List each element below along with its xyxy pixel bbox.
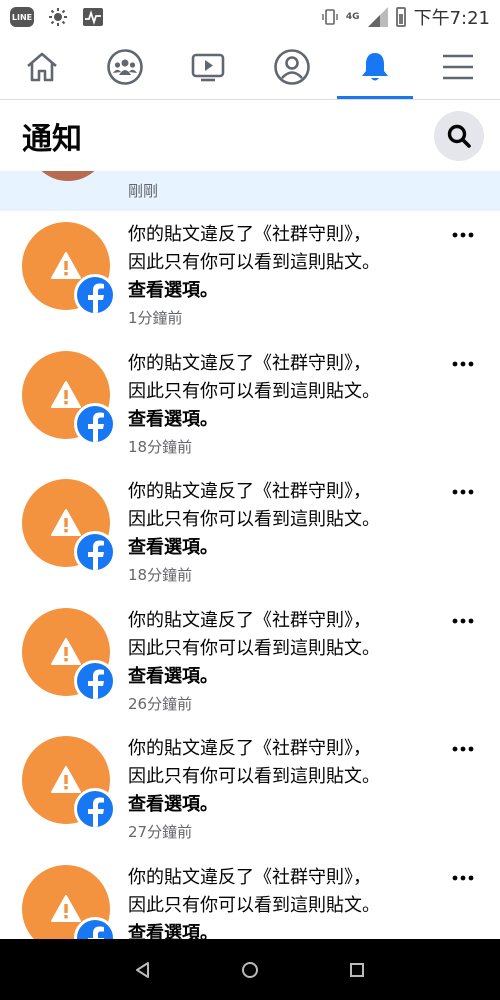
facebook-logo-icon [88,926,104,939]
list-item[interactable]: 你的貼文違反了《社群守則》， 因此只有你可以看到這則貼文。 查看選項。 27分鐘… [0,725,500,854]
more-options-button[interactable] [448,225,478,245]
status-bar: LINE 4G 下午7:21 [0,0,500,34]
more-icon [452,489,474,495]
view-options-link[interactable]: 查看選項。 [128,663,438,691]
notification-time: 18分鐘前 [128,566,193,584]
view-options-link[interactable]: 查看選項。 [128,534,438,562]
facebook-logo-icon [88,797,104,827]
menu-icon [443,54,474,79]
notification-text-line2: 因此只有你可以看到這則貼文。 [128,637,380,659]
notification-time: 剛剛 [128,182,159,200]
notification-text-line2: 因此只有你可以看到這則貼文。 [128,894,380,916]
warning-icon [51,894,81,922]
clock: 下午7:21 [413,8,490,29]
list-item[interactable]: 你的貼文違反了《社群守則》， 因此只有你可以看到這則貼文。 查看選項。 26分鐘… [0,597,500,726]
notification-time: 26分鐘前 [128,694,193,713]
notification-text-line1: 你的貼文違反了《社群守則》， [128,866,371,888]
more-options-button[interactable] [448,482,478,502]
list-item[interactable]: 你的貼文違反了《社群守則》， 因此只有你可以看到這則貼文。 查看選項。 1分鐘前 [0,211,500,340]
tab-groups[interactable] [83,34,166,99]
warning-icon [51,252,81,279]
notifications-list: 剛剛 你的貼文違反了《社群守則》， 因此只有你可以看到這則貼文。 查看選項。 1… [0,171,500,939]
notification-text-line1: 你的貼文違反了《社群守則》， [128,609,371,631]
tab-watch[interactable] [167,34,250,99]
list-item[interactable]: 你的貼文違反了《社群守則》， 因此只有你可以看到這則貼文。 查看選項。 [0,854,500,940]
list-item[interactable]: 你的貼文違反了《社群守則》， 因此只有你可以看到這則貼文。 查看選項。 18分鐘… [0,468,500,597]
notification-text-line2: 因此只有你可以看到這則貼文。 [128,380,380,402]
facebook-badge [74,788,116,830]
more-options-button[interactable] [448,868,478,888]
list-item[interactable]: 剛剛 [0,171,500,211]
facebook-logo-icon [88,283,104,313]
facebook-logo-icon [88,540,104,570]
facebook-badge [74,402,116,445]
view-options-link[interactable]: 查看選項。 [128,406,438,434]
tab-profile[interactable] [250,34,333,99]
facebook-badge [74,531,116,573]
activity-icon [83,8,103,26]
notification-time: 18分鐘前 [128,437,193,456]
brightness-icon [49,8,67,26]
watch-icon [192,53,225,81]
system-navigation-bar [0,939,500,1000]
tab-home[interactable] [0,34,83,99]
more-options-button[interactable] [448,739,478,759]
network-type: 4G [345,12,360,22]
facebook-logo-icon [88,412,104,442]
more-icon [452,875,474,880]
more-icon [452,618,474,623]
warning-icon [51,509,81,536]
facebook-badge [74,274,116,316]
notification-time: 1分鐘前 [128,309,183,327]
notification-text-line2: 因此只有你可以看到這則貼文。 [128,766,380,787]
search-button[interactable] [434,111,484,161]
notification-text-line1: 你的貼文違反了《社群守則》， [128,224,371,245]
home-button-icon[interactable] [240,960,260,980]
more-icon [452,232,474,238]
page-title: 通知 [22,122,82,157]
facebook-logo-icon [88,669,104,699]
bell-icon [361,52,388,80]
tab-notifications[interactable] [333,34,416,99]
notification-text-line1: 你的貼文違反了《社群守則》， [128,352,371,374]
notification-text-line2: 因此只有你可以看到這則貼文。 [128,509,380,530]
more-options-button[interactable] [448,354,478,374]
search-icon [447,124,471,148]
notification-text-line1: 你的貼文違反了《社群守則》， [128,738,371,759]
signal-icon [367,7,388,27]
home-icon [26,52,57,81]
tab-menu[interactable] [417,34,500,99]
more-icon [452,361,474,366]
notification-text-line1: 你的貼文違反了《社群守則》， [128,481,371,502]
notification-time: 27分鐘前 [128,823,193,841]
view-options-link[interactable]: 查看選項。 [128,277,438,305]
groups-icon [107,48,143,85]
warning-icon [51,637,81,665]
notification-text-line2: 因此只有你可以看到這則貼文。 [128,252,380,273]
warning-icon [51,766,81,793]
battery-icon [395,7,406,27]
view-options-link[interactable]: 查看選項。 [128,920,438,940]
line-app-icon: LINE [10,7,34,27]
list-item[interactable]: 你的貼文違反了《社群守則》， 因此只有你可以看到這則貼文。 查看選項。 18分鐘… [0,340,500,469]
profile-icon [273,48,310,85]
more-icon [452,746,474,752]
more-options-button[interactable] [448,611,478,631]
facebook-badge [74,659,116,702]
vibrate-icon [322,9,338,25]
recents-icon[interactable] [347,960,367,980]
warning-icon [51,380,81,408]
page-header: 通知 [0,101,500,171]
avatar [38,171,114,185]
top-navigation [0,34,500,100]
line-label: LINE [11,12,33,22]
view-options-link[interactable]: 查看選項。 [128,791,438,819]
back-icon[interactable] [133,960,153,980]
